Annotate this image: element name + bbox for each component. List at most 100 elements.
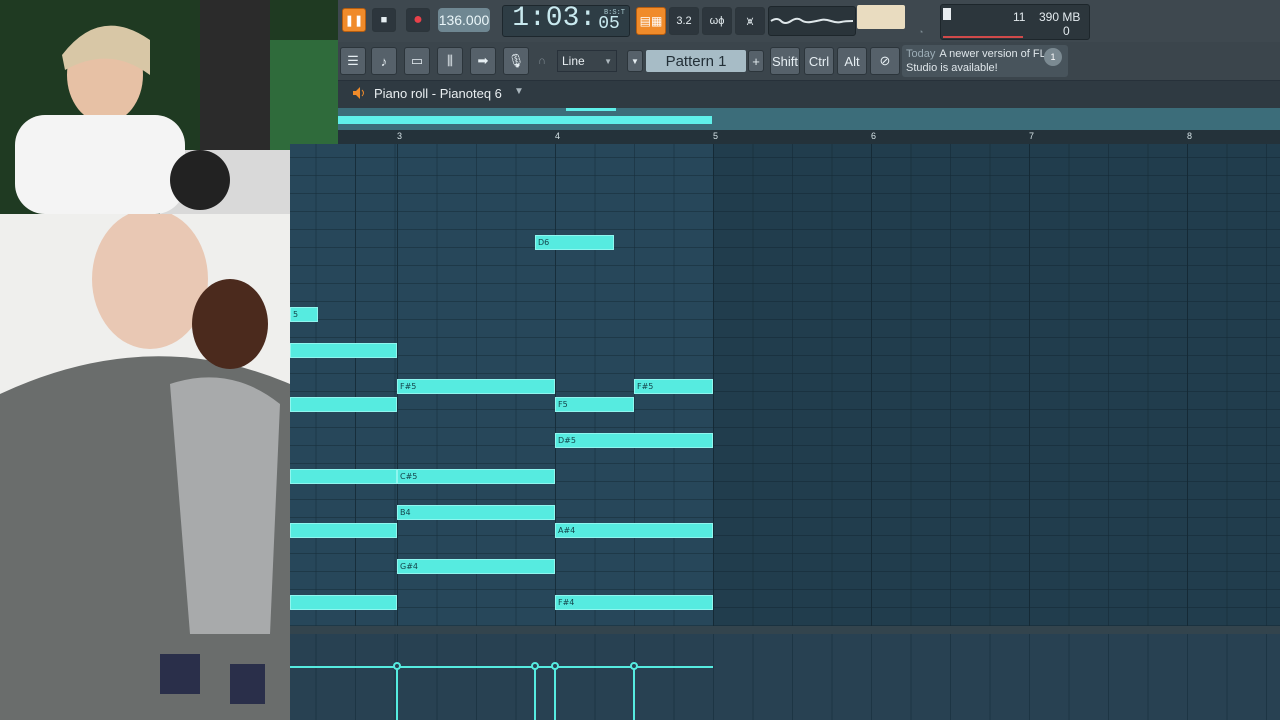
channel-rack-button[interactable]: ▭: [404, 47, 430, 75]
note[interactable]: [290, 397, 397, 412]
note[interactable]: B4: [397, 505, 555, 520]
editor-splitter[interactable]: [290, 626, 1280, 634]
cpu-load-line: [943, 36, 1023, 38]
note[interactable]: A#4: [555, 523, 713, 538]
pattern-selector[interactable]: Pattern 1: [646, 50, 746, 72]
news-count: 1: [1044, 48, 1062, 66]
cpu-value: 11: [1013, 10, 1026, 24]
monitor-icon: ◔: [918, 27, 924, 37]
velocity-handle[interactable]: [531, 662, 539, 670]
velocity-baseline: [290, 666, 713, 668]
notification-icon: ⊘: [879, 53, 891, 68]
pause-icon: ❚❚: [344, 14, 364, 27]
bar-number: 6: [871, 131, 877, 141]
velocity-handle[interactable]: [393, 662, 401, 670]
timeline-overview[interactable]: [338, 108, 1280, 130]
webcam-scene: [0, 0, 338, 214]
add-pattern-button[interactable]: +: [748, 50, 764, 72]
news-button[interactable]: ⊘: [870, 47, 900, 75]
piano-roll-icon: ♪: [380, 53, 388, 69]
bar-ruler[interactable]: [338, 130, 1280, 144]
time-main: 1:03:: [512, 3, 597, 34]
polyphony-value: 0: [1063, 24, 1070, 38]
news-when: Today: [906, 48, 936, 60]
mixer-button[interactable]: ⫼: [437, 47, 463, 75]
title-caret-icon[interactable]: ▼: [514, 86, 524, 97]
bar-number: 5: [713, 131, 719, 141]
arrow-right-icon: ➡: [477, 53, 489, 68]
caret-down-icon: ▼: [631, 56, 639, 66]
alt-modifier[interactable]: Alt: [837, 47, 867, 75]
news-panel[interactable]: Today A newer version of FL Studio is ava…: [902, 45, 1068, 77]
note[interactable]: [290, 523, 397, 538]
velocity-stem[interactable]: [534, 667, 536, 720]
note[interactable]: F#5: [634, 379, 713, 394]
chevron-down-icon: ▼: [604, 56, 612, 66]
speaker-icon: [352, 86, 366, 100]
note[interactable]: 5: [290, 307, 318, 322]
note[interactable]: D#5: [555, 433, 713, 448]
note[interactable]: F5: [555, 397, 634, 412]
stop-button[interactable]: ■: [372, 8, 396, 32]
step-edit-button[interactable]: 3.2: [669, 7, 699, 35]
pattern-dropdown-button[interactable]: ▼: [627, 50, 643, 72]
record-icon: ●: [413, 11, 423, 28]
stop-icon: ■: [380, 14, 388, 26]
piano-roll-title[interactable]: Piano roll - Pianoteq 6: [374, 86, 502, 101]
headphones-icon: ∩: [538, 55, 546, 67]
velocity-handle[interactable]: [551, 662, 559, 670]
browser-button[interactable]: ➡: [470, 47, 496, 75]
note[interactable]: F#4: [555, 595, 713, 610]
audio-input-button[interactable]: 🎙︎: [503, 47, 529, 75]
tempo-display[interactable]: 136.000: [438, 8, 490, 32]
grid-empty-region[interactable]: [713, 144, 1280, 626]
note[interactable]: [290, 343, 397, 358]
bar-number: 7: [1029, 131, 1035, 141]
bar-number: 8: [1187, 131, 1193, 141]
shift-modifier[interactable]: Shift: [770, 47, 800, 75]
note[interactable]: G#4: [397, 559, 555, 574]
cpu-memory-panel: 11 390 MB 0: [940, 4, 1090, 40]
waveform-graph: [770, 17, 854, 24]
note[interactable]: F#5: [397, 379, 555, 394]
note[interactable]: [290, 469, 397, 484]
metronome-icon: ⩙: [746, 13, 754, 28]
snap-select[interactable]: Line ▼: [557, 50, 617, 72]
note[interactable]: C#5: [397, 469, 555, 484]
pattern-song-toggle[interactable]: ▤▦: [636, 7, 666, 35]
metronome-button[interactable]: ⩙: [735, 7, 765, 35]
channel-rack-icon: ▭: [410, 53, 424, 68]
webcam-video: [0, 0, 338, 214]
velocity-stem[interactable]: [396, 667, 398, 720]
playlist-button[interactable]: ☰: [340, 47, 366, 75]
countdown-button[interactable]: ωϕ: [702, 7, 732, 35]
overview-notes: [338, 116, 712, 124]
pattern-mode-icon: ▤▦: [639, 14, 663, 28]
velocity-stem[interactable]: [554, 667, 556, 720]
note[interactable]: [290, 595, 397, 610]
cpu-bar: [943, 8, 951, 20]
photo-scene: [0, 214, 290, 720]
velocity-handle[interactable]: [630, 662, 638, 670]
velocity-stem[interactable]: [633, 667, 635, 720]
ctrl-modifier[interactable]: Ctrl: [804, 47, 834, 75]
overview-scroll[interactable]: [566, 108, 616, 111]
note[interactable]: D6: [535, 235, 614, 250]
bar-number: 3: [397, 131, 403, 141]
pause-button[interactable]: ❚❚: [342, 8, 366, 32]
playlist-icon: ☰: [347, 53, 359, 68]
loop-record-icon: ωϕ: [709, 15, 725, 27]
typing-keyboard-icon: 3.2: [676, 15, 692, 27]
record-button[interactable]: ●: [406, 8, 430, 32]
time-format-label: B:S:T: [603, 9, 625, 17]
velocity-editor[interactable]: [290, 634, 1280, 720]
meme-photo: [0, 214, 290, 720]
piano-roll-button[interactable]: ♪: [371, 47, 397, 75]
memory-value: 390 MB: [1039, 10, 1081, 24]
plus-icon: +: [752, 53, 760, 69]
snap-value: Line: [562, 54, 585, 68]
mixer-icon: ⫼: [447, 53, 453, 68]
bar-number: 4: [555, 131, 561, 141]
waveform-monitor: [768, 6, 856, 36]
output-meter: [857, 5, 905, 29]
